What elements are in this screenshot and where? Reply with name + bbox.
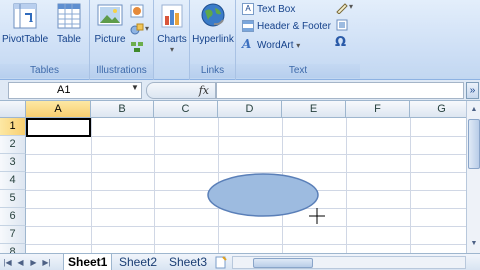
insert-worksheet-icon[interactable] — [214, 256, 228, 269]
pivottable-icon — [13, 3, 37, 29]
row-header-5[interactable]: 5 — [0, 190, 26, 208]
header-footer-icon — [242, 20, 254, 33]
textbox-button[interactable]: A Text Box — [242, 2, 295, 18]
last-sheet-icon[interactable]: ▶| — [41, 256, 52, 269]
signature-line-icon[interactable] — [336, 2, 348, 14]
illustrations-group-label: Illustrations — [90, 64, 153, 78]
charts-group: Charts ▾ — [154, 0, 190, 80]
ribbon: PivotTable Table Tables Picture ▾ Illust… — [0, 0, 480, 80]
clipart-icon[interactable] — [130, 4, 144, 18]
gridline — [26, 226, 466, 227]
gridline — [26, 154, 466, 155]
column-header-e[interactable]: E — [282, 101, 346, 118]
vertical-scroll-thumb[interactable] — [468, 119, 480, 169]
table-button[interactable]: Table — [52, 0, 86, 45]
gridline — [91, 118, 92, 253]
links-group: Hyperlink Links — [190, 0, 236, 80]
tables-group: PivotTable Table Tables — [0, 0, 90, 80]
oval-shape[interactable] — [205, 172, 321, 220]
row-header-1[interactable]: 1 — [0, 118, 26, 136]
wordart-icon: A — [242, 37, 252, 51]
name-box-dropdown-icon[interactable]: ▼ — [131, 83, 139, 92]
row-header-3[interactable]: 3 — [0, 154, 26, 172]
first-sheet-icon[interactable]: |◀ — [2, 256, 13, 269]
horizontal-scroll-thumb[interactable] — [253, 258, 313, 268]
formula-input[interactable] — [216, 82, 464, 99]
scroll-down-icon[interactable]: ▼ — [467, 237, 480, 251]
globe-link-icon — [201, 3, 225, 27]
text-group: A Text Box Header & Footer A WordArt ▾ ▾ Ω… — [236, 0, 360, 80]
tables-group-label: Tables — [0, 64, 89, 78]
shapes-icon[interactable] — [130, 22, 144, 36]
sheet-tab-sheet2[interactable]: Sheet2 — [115, 254, 161, 270]
expand-formula-bar-icon[interactable]: » — [466, 82, 479, 99]
symbol-button[interactable]: Ω — [335, 35, 346, 50]
gridline — [26, 244, 466, 245]
worksheet-grid[interactable]: A B C D E F G 1 2 3 4 5 6 7 8 — [0, 101, 466, 253]
next-sheet-icon[interactable]: ▶ — [28, 256, 39, 269]
row-header-2[interactable]: 2 — [0, 136, 26, 154]
prev-sheet-icon[interactable]: ◀ — [15, 256, 26, 269]
picture-button[interactable]: Picture — [92, 0, 128, 45]
picture-icon — [97, 4, 123, 26]
smartart-icon[interactable] — [130, 40, 144, 54]
row-header-8[interactable]: 8 — [0, 244, 26, 253]
illustrations-group: Picture ▾ Illustrations — [90, 0, 154, 80]
wordart-dropdown-icon: ▾ — [296, 41, 301, 50]
shapes-dropdown-icon[interactable]: ▾ — [145, 24, 149, 33]
active-cell-a1[interactable] — [26, 118, 91, 137]
hyperlink-button[interactable]: Hyperlink — [190, 0, 236, 45]
column-header-d[interactable]: D — [218, 101, 282, 118]
links-group-label: Links — [190, 64, 235, 78]
column-header-c[interactable]: C — [154, 101, 218, 118]
name-box[interactable]: A1 — [8, 82, 142, 99]
gridline — [154, 118, 155, 253]
column-header-f[interactable]: F — [346, 101, 410, 118]
charts-dropdown-icon: ▾ — [169, 45, 174, 54]
select-all-corner[interactable] — [0, 101, 26, 118]
sheet-tab-sheet3[interactable]: Sheet3 — [165, 254, 211, 270]
gridline — [26, 136, 466, 137]
signature-dropdown-icon[interactable]: ▾ — [349, 2, 353, 11]
insert-function-button[interactable]: fx — [146, 82, 216, 99]
sheet-tab-bar: |◀ ◀ ▶ ▶| Sheet1 Sheet2 Sheet3 — [0, 253, 480, 270]
text-group-label: Text — [236, 64, 360, 78]
formula-bar: A1 ▼ fx » — [0, 80, 480, 101]
header-footer-button[interactable]: Header & Footer — [242, 19, 331, 35]
table-icon — [57, 3, 81, 29]
column-header-b[interactable]: B — [91, 101, 154, 118]
crosshair-cursor-icon — [309, 208, 325, 224]
row-header-7[interactable]: 7 — [0, 226, 26, 244]
object-icon[interactable] — [336, 19, 348, 31]
column-header-g[interactable]: G — [410, 101, 466, 118]
horizontal-scrollbar[interactable] — [232, 256, 466, 269]
gridline — [410, 118, 411, 253]
charts-button[interactable]: Charts ▾ — [154, 0, 190, 54]
vertical-scrollbar[interactable]: ▲ ▼ — [466, 101, 480, 253]
column-header-a[interactable]: A — [26, 101, 91, 118]
wordart-button[interactable]: A WordArt ▾ — [242, 36, 300, 52]
gridline — [346, 118, 347, 253]
sheet-tab-sheet1[interactable]: Sheet1 — [63, 254, 113, 270]
scroll-up-icon[interactable]: ▲ — [467, 103, 480, 117]
row-header-4[interactable]: 4 — [0, 172, 26, 190]
chart-icon — [161, 4, 183, 28]
textbox-icon: A — [242, 3, 254, 16]
ribbon-right-area — [360, 0, 480, 80]
pivottable-button[interactable]: PivotTable — [2, 0, 48, 45]
row-header-6[interactable]: 6 — [0, 208, 26, 226]
